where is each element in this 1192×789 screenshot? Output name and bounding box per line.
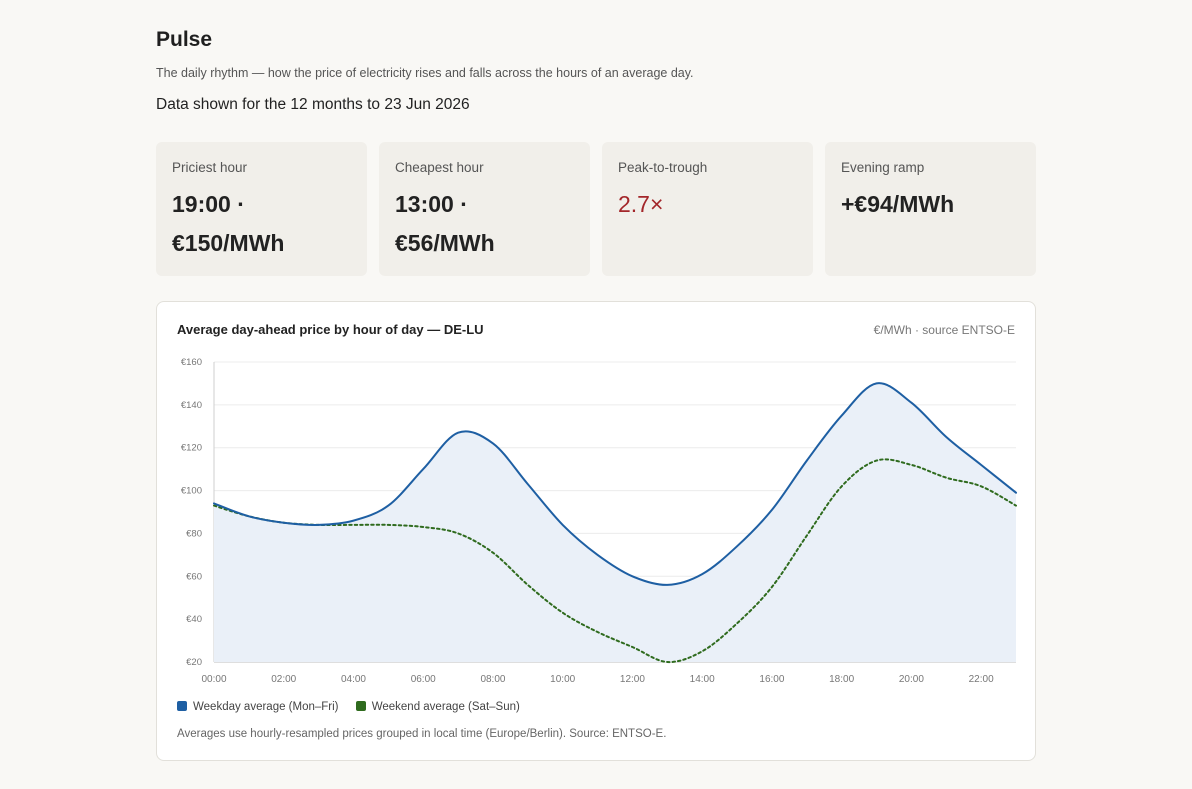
y-tick-label: €80 — [186, 528, 202, 539]
card-value: 19:00 · €150/MWh — [172, 191, 285, 256]
card-value: 2.7× — [618, 191, 664, 217]
x-tick-label: 04:00 — [341, 674, 366, 685]
y-tick-label: €40 — [186, 614, 202, 625]
y-tick-label: €140 — [181, 400, 202, 411]
price-chart: €20 €40 €60 €80 €100 €120 €140 €160 00:00 02:00 04… — [181, 357, 1017, 685]
legend-item-weekday[interactable]: Weekday average (Mon–Fri) — [177, 701, 339, 713]
y-tick-label: €160 — [181, 357, 202, 368]
card-label: Cheapest hour — [395, 160, 484, 175]
y-tick-label: €120 — [181, 443, 202, 454]
stat-cards: Priciest hour 19:00 · €150/MWh Cheapest h… — [156, 142, 1036, 276]
card-evening-ramp: Evening ramp +€94/MWh — [825, 142, 1036, 276]
x-tick-label: 16:00 — [759, 674, 784, 685]
legend-item-weekend[interactable]: Weekend average (Sat–Sun) — [355, 701, 520, 713]
date-range-text: Data shown for the 12 months to 23 Jun 2… — [156, 96, 470, 113]
card-cheapest-hour: Cheapest hour 13:00 · €56/MWh — [379, 142, 590, 276]
y-tick-label: €60 — [186, 571, 202, 582]
chart-footnote: Averages use hourly-resampled prices gro… — [177, 728, 667, 740]
x-tick-label: 22:00 — [969, 674, 994, 685]
card-label: Priciest hour — [172, 160, 248, 175]
y-tick-label: €100 — [181, 486, 202, 497]
x-tick-label: 10:00 — [550, 674, 575, 685]
x-tick-label: 08:00 — [480, 674, 505, 685]
x-tick-label: 12:00 — [620, 674, 645, 685]
series-area-weekday — [214, 383, 1016, 662]
page-title: Pulse — [156, 28, 213, 51]
x-tick-label: 14:00 — [690, 674, 715, 685]
card-label: Evening ramp — [841, 160, 925, 175]
card-priciest-hour: Priciest hour 19:00 · €150/MWh — [156, 142, 367, 276]
x-tick-label: 20:00 — [899, 674, 924, 685]
legend-label: Weekend average (Sat–Sun) — [371, 701, 520, 713]
card-value: 13:00 · €56/MWh — [395, 191, 495, 256]
legend-swatch-weekday — [177, 701, 187, 711]
chart-legend: Weekday average (Mon–Fri) Weekend averag… — [177, 701, 534, 713]
card-value: +€94/MWh — [841, 191, 955, 217]
x-tick-label: 00:00 — [201, 674, 226, 685]
x-tick-label: 18:00 — [829, 674, 854, 685]
legend-label: Weekday average (Mon–Fri) — [193, 701, 339, 713]
card-label: Peak-to-trough — [618, 160, 708, 175]
card-peak-to-trough: Peak-to-trough 2.7× — [602, 142, 813, 276]
chart-panel: Average day-ahead price by hour of day —… — [156, 301, 1036, 761]
page-subtitle: The daily rhythm — how the price of elec… — [156, 66, 694, 80]
x-tick-label: 02:00 — [271, 674, 296, 685]
x-tick-label: 06:00 — [411, 674, 436, 685]
legend-swatch-weekend — [355, 701, 366, 711]
y-tick-label: €20 — [186, 657, 202, 668]
